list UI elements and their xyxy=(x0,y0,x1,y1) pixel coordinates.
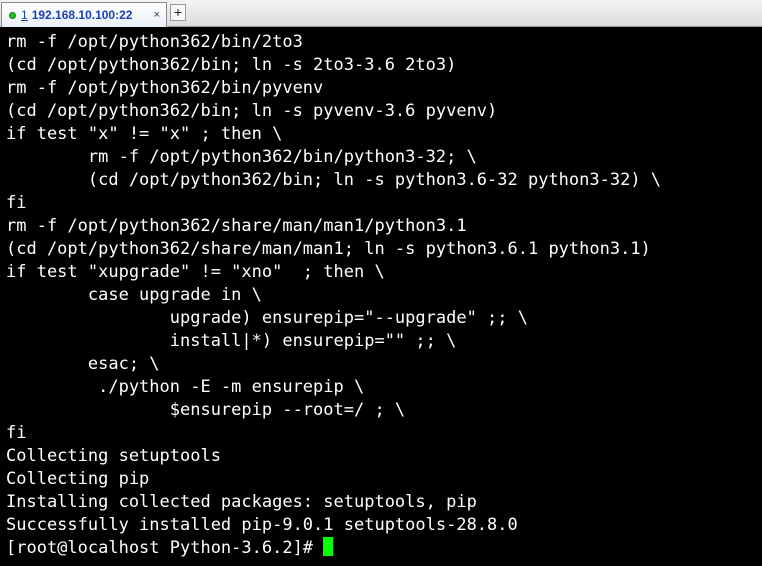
terminal-line: (cd /opt/python362/bin; ln -s 2to3-3.6 2… xyxy=(6,55,457,75)
terminal-line: Installing collected packages: setuptool… xyxy=(6,492,477,512)
terminal-line: (cd /opt/python362/bin; ln -s pyvenv-3.6… xyxy=(6,101,498,121)
terminal-line: rm -f /opt/python362/bin/pyvenv xyxy=(6,78,324,98)
terminal-line: case upgrade in \ xyxy=(6,285,262,305)
shell-prompt: [root@localhost Python-3.6.2]# xyxy=(6,538,324,558)
terminal-line: rm -f /opt/python362/bin/2to3 xyxy=(6,32,303,52)
terminal-line: $ensurepip --root=/ ; \ xyxy=(6,400,406,420)
connection-status-icon xyxy=(9,11,16,19)
terminal-line: (cd /opt/python362/share/man/man1; ln -s… xyxy=(6,239,651,259)
terminal-line: fi xyxy=(6,423,27,443)
text-cursor xyxy=(323,537,334,556)
tab-bar: 1 192.168.10.100:22 × + xyxy=(0,0,762,27)
terminal-line: if test "xupgrade" != "xno" ; then \ xyxy=(6,262,385,282)
terminal-line: Collecting setuptools xyxy=(6,446,221,466)
tab-number: 1 xyxy=(21,8,28,22)
terminal-output[interactable]: rm -f /opt/python362/bin/2to3 (cd /opt/p… xyxy=(0,27,762,566)
terminal-line: esac; \ xyxy=(6,354,160,374)
terminal-line: rm -f /opt/python362/bin/python3-32; \ xyxy=(6,147,477,167)
terminal-line: Successfully installed pip-9.0.1 setupto… xyxy=(6,515,518,535)
terminal-line: install|*) ensurepip="" ;; \ xyxy=(6,331,457,351)
terminal-line: Collecting pip xyxy=(6,469,150,489)
terminal-line: fi xyxy=(6,193,27,213)
terminal-line: ./python -E -m ensurepip \ xyxy=(6,377,365,397)
close-icon[interactable]: × xyxy=(154,9,160,21)
terminal-line: upgrade) ensurepip="--upgrade" ;; \ xyxy=(6,308,528,328)
session-tab[interactable]: 1 192.168.10.100:22 × xyxy=(1,2,167,27)
terminal-line: if test "x" != "x" ; then \ xyxy=(6,124,283,144)
terminal-line: rm -f /opt/python362/share/man/man1/pyth… xyxy=(6,216,467,236)
new-tab-button[interactable]: + xyxy=(170,4,186,21)
terminal-line: (cd /opt/python362/bin; ln -s python3.6-… xyxy=(6,170,662,190)
tab-title: 192.168.10.100:22 xyxy=(31,8,133,22)
prompt-line[interactable]: [root@localhost Python-3.6.2]# xyxy=(6,537,334,560)
